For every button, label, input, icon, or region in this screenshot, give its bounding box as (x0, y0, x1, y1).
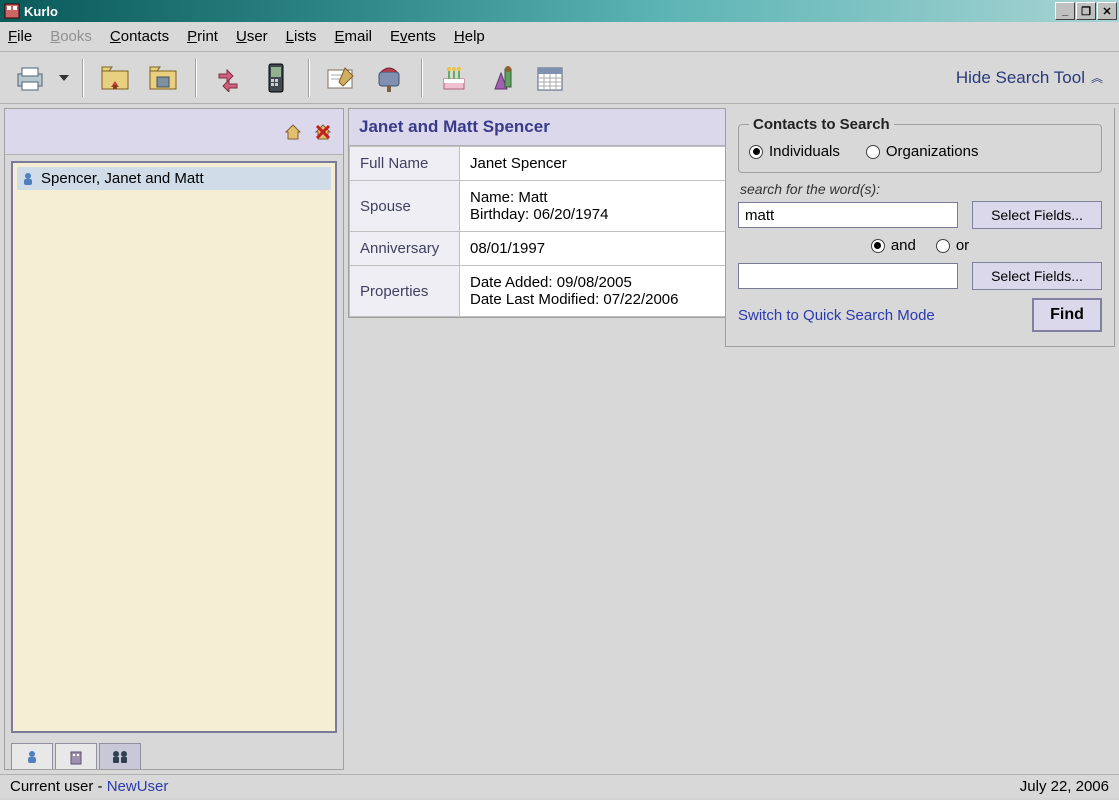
search-scope-title: Contacts to Search (749, 116, 894, 133)
maximize-button[interactable]: ❐ (1076, 2, 1096, 20)
delete-contact-icon[interactable] (313, 122, 333, 142)
print-icon[interactable] (8, 57, 52, 99)
separator (421, 59, 422, 97)
find-button[interactable]: Find (1032, 298, 1102, 332)
radio-icon (871, 239, 885, 253)
calendar-icon[interactable] (528, 57, 572, 99)
search-word-1-input[interactable] (738, 202, 958, 228)
close-button[interactable]: ✕ (1097, 2, 1117, 20)
radio-icon (749, 145, 763, 159)
spouse-label: Spouse (350, 181, 460, 232)
mail-icon[interactable] (367, 57, 411, 99)
menu-books: Books (50, 28, 92, 45)
contact-list-item-label: Spencer, Janet and Matt (41, 170, 204, 187)
radio-and[interactable]: and (871, 237, 916, 254)
radio-organizations[interactable]: Organizations (866, 143, 979, 160)
menu-user[interactable]: User (236, 28, 268, 45)
select-fields-2-button[interactable]: Select Fields... (972, 262, 1102, 290)
switch-search-mode-link[interactable]: Switch to Quick Search Mode (738, 307, 935, 324)
home-contact-icon[interactable] (283, 122, 303, 142)
anniversary-label: Anniversary (350, 232, 460, 266)
chevron-up-icon: ︽ (1091, 69, 1103, 86)
contacts-panel: Spencer, Janet and Matt (4, 108, 344, 770)
contact-list-item[interactable]: Spencer, Janet and Matt (17, 167, 331, 190)
statusbar: Current user - NewUser July 22, 2006 (0, 774, 1119, 798)
radio-icon (866, 145, 880, 159)
menu-lists[interactable]: Lists (286, 28, 317, 45)
phone-icon[interactable] (254, 57, 298, 99)
contacts-panel-header (5, 109, 343, 155)
separator (82, 59, 83, 97)
window-title: Kurlo (24, 4, 58, 19)
sync-icon[interactable] (206, 57, 250, 99)
menu-contacts[interactable]: Contacts (110, 28, 169, 45)
birthday-icon[interactable] (432, 57, 476, 99)
content-area: Spencer, Janet and Matt Janet and Matt S… (0, 104, 1119, 774)
menu-file[interactable]: File (8, 28, 32, 45)
print-dropdown-icon[interactable] (56, 57, 72, 99)
select-fields-1-button[interactable]: Select Fields... (972, 201, 1102, 229)
contact-list[interactable]: Spencer, Janet and Matt (11, 161, 337, 733)
folder-home-icon[interactable] (93, 57, 137, 99)
search-panel: Contacts to Search Individuals Organizat… (725, 108, 1115, 347)
radio-icon (936, 239, 950, 253)
minimize-button[interactable]: _ (1055, 2, 1075, 20)
status-date: July 22, 2006 (1020, 778, 1109, 795)
menu-help[interactable]: Help (454, 28, 485, 45)
person-icon (21, 172, 35, 186)
radio-or[interactable]: or (936, 237, 969, 254)
app-icon (4, 3, 20, 19)
folder-save-icon[interactable] (141, 57, 185, 99)
toolbar: Hide Search Tool ︽ (0, 52, 1119, 104)
menu-events[interactable]: Events (390, 28, 436, 45)
tab-organization[interactable] (55, 743, 97, 769)
menu-email[interactable]: Email (335, 28, 373, 45)
search-scope-group: Contacts to Search Individuals Organizat… (738, 116, 1102, 173)
search-word-2-input[interactable] (738, 263, 958, 289)
separator (308, 59, 309, 97)
search-words-label: search for the word(s): (740, 181, 1102, 197)
hide-search-label: Hide Search Tool (956, 68, 1085, 88)
radio-individuals[interactable]: Individuals (749, 143, 840, 160)
menu-print[interactable]: Print (187, 28, 218, 45)
full-name-label: Full Name (350, 147, 460, 181)
menubar: File Books Contacts Print User Lists Ema… (0, 22, 1119, 52)
detail-area: Janet and Matt Spencer Full Name Janet S… (348, 108, 1115, 770)
separator (195, 59, 196, 97)
hide-search-link[interactable]: Hide Search Tool ︽ (956, 68, 1111, 88)
tab-individual[interactable] (11, 743, 53, 769)
properties-label: Properties (350, 266, 460, 317)
view-tabs (5, 739, 343, 769)
compose-icon[interactable] (319, 57, 363, 99)
party-icon[interactable] (480, 57, 524, 99)
status-user: Current user - NewUser (10, 778, 168, 795)
titlebar: Kurlo _ ❐ ✕ (0, 0, 1119, 22)
tab-couple[interactable] (99, 743, 141, 769)
